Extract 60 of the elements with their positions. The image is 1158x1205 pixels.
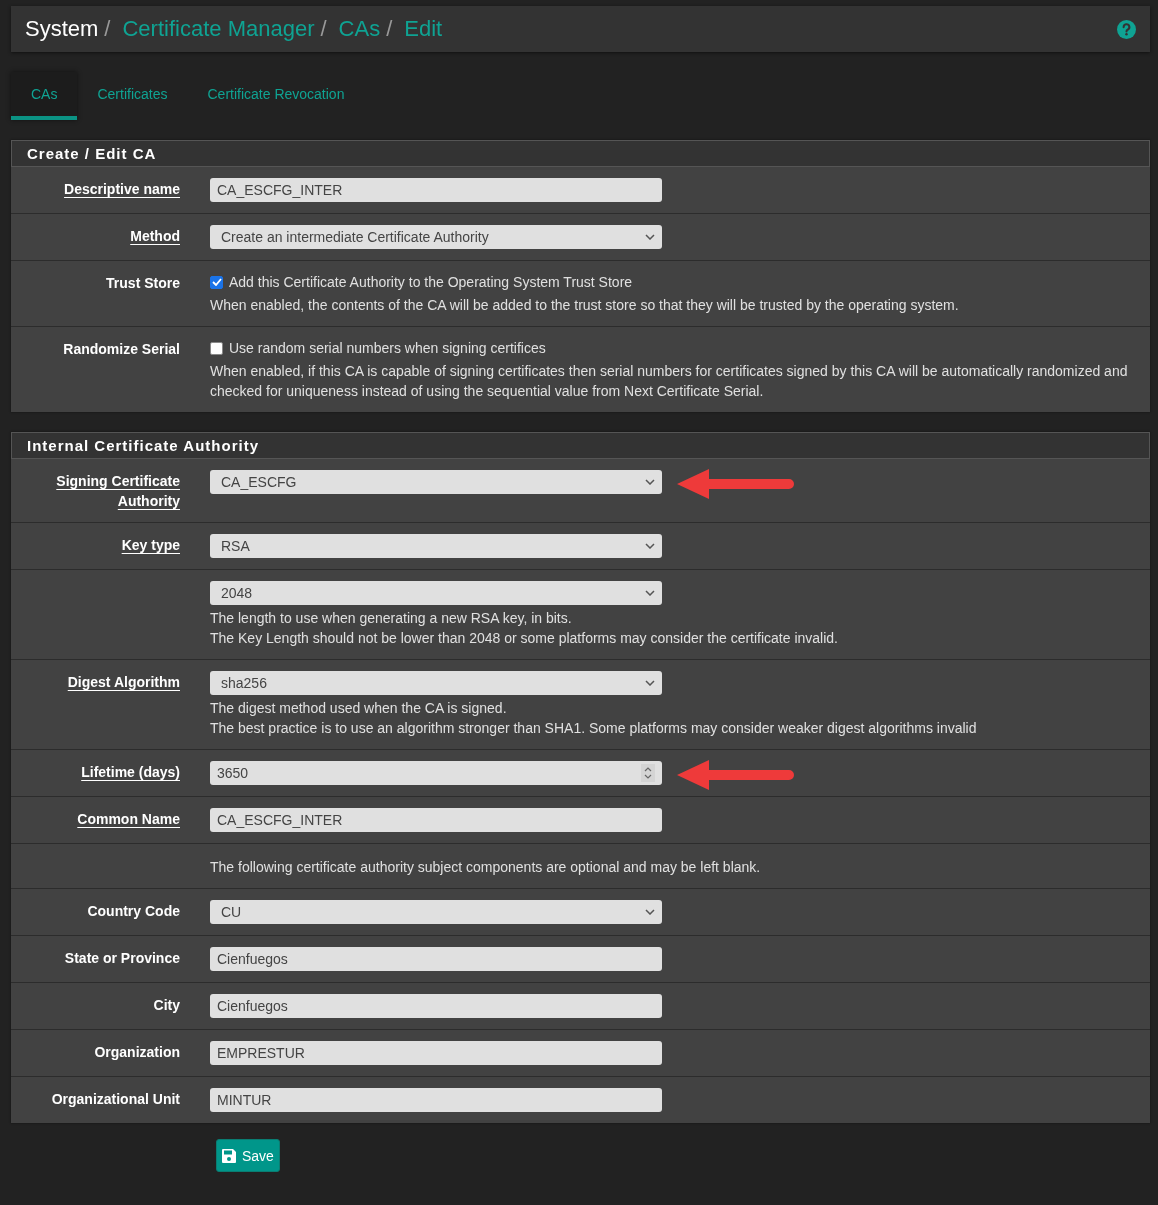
field-label: Common Name bbox=[76, 810, 180, 829]
breadcrumb-separator: / bbox=[386, 16, 393, 42]
dropdown[interactable]: sha256 bbox=[210, 671, 662, 695]
breadcrumb-link[interactable]: Certificate Manager bbox=[122, 16, 315, 42]
text-field[interactable]: Cienfuegos bbox=[210, 947, 662, 971]
save-icon bbox=[221, 1147, 237, 1164]
field-label: Digest Algorithm bbox=[66, 673, 180, 692]
field-label: Randomize Serial bbox=[62, 340, 180, 359]
caret-icon bbox=[645, 479, 655, 485]
dropdown[interactable]: RSA bbox=[210, 534, 662, 558]
help-icon[interactable] bbox=[1117, 19, 1136, 39]
checkbox-label: Use random serial numbers when signing certifices bbox=[229, 339, 546, 358]
field-label: Trust Store bbox=[105, 274, 180, 293]
number-field[interactable]: 3650 bbox=[210, 761, 662, 785]
help-text: When enabled, the contents of the CA will be added to the trust store so that they will be trusted by the operating system. bbox=[210, 296, 960, 315]
save-button[interactable]: Save bbox=[216, 1139, 280, 1172]
tab[interactable]: Certificates bbox=[77, 72, 188, 120]
help-text: The Key Length should not be lower than 2048 or some platforms may consider the certificate invalid. bbox=[210, 629, 839, 648]
field-label: Organizational Unit bbox=[50, 1090, 180, 1109]
checkbox-label: Add this Certificate Authority to the Operating System Trust Store bbox=[229, 273, 633, 292]
text-field[interactable]: EMPRESTUR bbox=[210, 1041, 662, 1065]
field-label: City bbox=[152, 996, 180, 1015]
breadcrumb-link[interactable]: Edit bbox=[404, 16, 443, 42]
text-field[interactable]: MINTUR bbox=[210, 1088, 662, 1112]
field-label: Descriptive name bbox=[63, 180, 180, 199]
text-field[interactable]: CA_ESCFG_INTER bbox=[210, 808, 662, 832]
help-text: The digest method used when the CA is signed. bbox=[210, 699, 508, 718]
dropdown[interactable]: CA_ESCFG bbox=[210, 470, 662, 494]
field-label: Organization bbox=[93, 1043, 180, 1062]
breadcrumb-separator: / bbox=[320, 16, 327, 42]
help-text: The following certificate authority subject components are optional and may be left blank. bbox=[210, 858, 762, 877]
breadcrumb-separator: / bbox=[104, 16, 111, 42]
panel-heading: Create / Edit CA bbox=[11, 140, 1150, 167]
breadcrumb-link[interactable]: CAs bbox=[338, 16, 381, 42]
caret-icon bbox=[645, 909, 655, 915]
help-text: The best practice is to use an algorithm stronger than SHA1. Some platforms may consider weaker digest algorithms invalid bbox=[210, 719, 978, 738]
checkbox[interactable] bbox=[210, 341, 223, 355]
help-text: The length to use when generating a new RSA key, in bits. bbox=[210, 609, 573, 628]
field-label: State or Province bbox=[63, 949, 180, 968]
spinner-icon bbox=[641, 764, 655, 782]
text-field[interactable]: CA_ESCFG_INTER bbox=[210, 178, 662, 202]
caret-icon bbox=[645, 234, 655, 240]
field-label: Lifetime (days) bbox=[80, 763, 180, 782]
help-text: When enabled, if this CA is capable of signing certificates then serial numbers for certificates signed by this CA will be automatically randomized and checked for uniqueness instead of using the sequential value from Next Certificate Serial. bbox=[210, 362, 1129, 401]
field-label: Method bbox=[129, 227, 180, 246]
tab[interactable]: Certificate Revocation bbox=[187, 72, 365, 120]
checkbox[interactable] bbox=[210, 275, 223, 289]
breadcrumb-title: System bbox=[25, 16, 99, 42]
caret-icon bbox=[645, 680, 655, 686]
field-label: Signing Certificate Authority bbox=[55, 472, 180, 511]
caret-icon bbox=[645, 543, 655, 549]
dropdown[interactable]: 2048 bbox=[210, 581, 662, 605]
panel-heading: Internal Certificate Authority bbox=[11, 432, 1150, 459]
field-label: Key type bbox=[120, 536, 180, 555]
caret-icon bbox=[645, 590, 655, 596]
text-field[interactable]: Cienfuegos bbox=[210, 994, 662, 1018]
dropdown[interactable]: Create an intermediate Certificate Authority bbox=[210, 225, 662, 249]
field-label: Country Code bbox=[86, 902, 180, 921]
tab[interactable]: CAs bbox=[11, 72, 78, 120]
dropdown[interactable]: CU bbox=[210, 900, 662, 924]
